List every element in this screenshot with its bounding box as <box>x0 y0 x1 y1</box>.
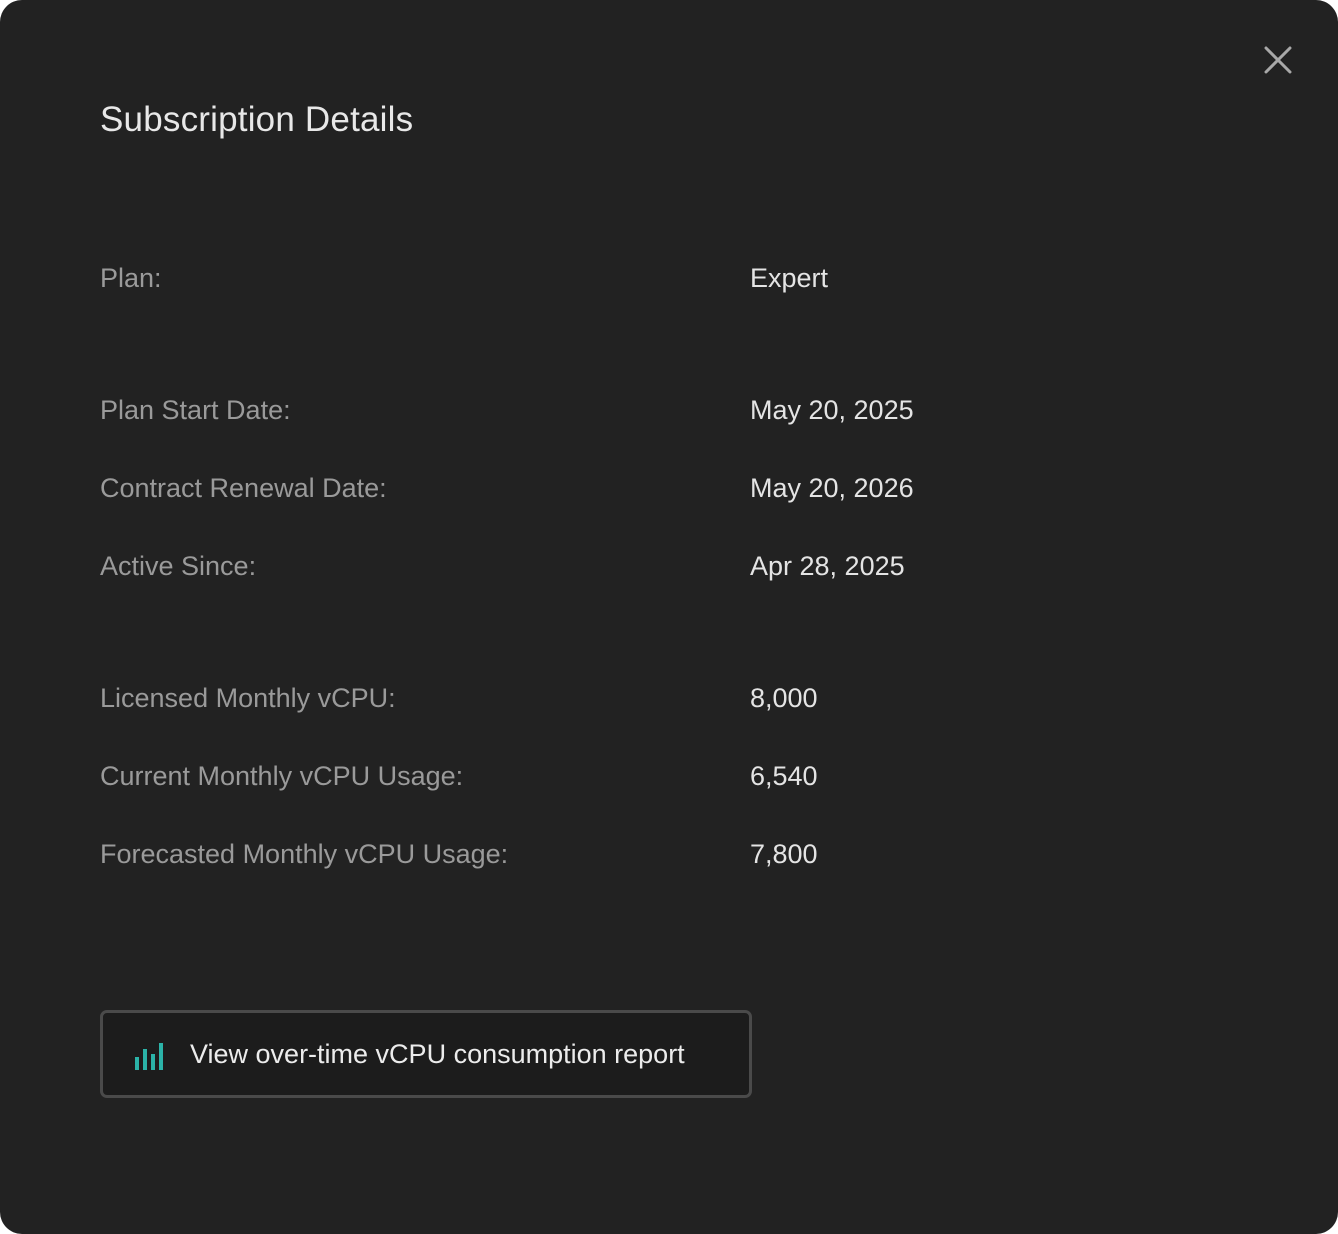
detail-row-contract-renewal-date: Contract Renewal Date: May 20, 2026 <box>100 468 1100 508</box>
bar-chart-icon <box>135 1043 163 1070</box>
plan-value: Expert <box>750 263 829 293</box>
dialog-title: Subscription Details <box>100 100 414 139</box>
detail-row-plan: Plan: Expert <box>100 258 1100 298</box>
active-since-value: Apr 28, 2025 <box>750 551 905 581</box>
contract-renewal-date-value: May 20, 2026 <box>750 473 914 503</box>
contract-renewal-date-label: Contract Renewal Date: <box>100 473 387 503</box>
report-button-label: View over-time vCPU consumption report <box>190 1039 685 1069</box>
detail-row-current-monthly-vcpu-usage: Current Monthly vCPU Usage: 6,540 <box>100 756 1100 796</box>
plan-start-date-value: May 20, 2025 <box>750 395 914 425</box>
detail-row-forecasted-monthly-vcpu-usage: Forecasted Monthly vCPU Usage: 7,800 <box>100 834 1100 874</box>
detail-row-plan-start-date: Plan Start Date: May 20, 2025 <box>100 390 1100 430</box>
current-monthly-vcpu-usage-label: Current Monthly vCPU Usage: <box>100 761 464 791</box>
detail-row-active-since: Active Since: Apr 28, 2025 <box>100 546 1100 586</box>
close-icon <box>1264 46 1292 74</box>
view-consumption-report-button[interactable]: View over-time vCPU consumption report <box>100 1010 752 1098</box>
subscription-details-dialog: Subscription Details Plan: Expert Plan S… <box>0 0 1338 1234</box>
plan-label: Plan: <box>100 263 162 293</box>
current-monthly-vcpu-usage-value: 6,540 <box>750 761 818 791</box>
active-since-label: Active Since: <box>100 551 257 581</box>
detail-row-licensed-monthly-vcpu: Licensed Monthly vCPU: 8,000 <box>100 678 1100 718</box>
forecasted-monthly-vcpu-usage-label: Forecasted Monthly vCPU Usage: <box>100 839 509 869</box>
close-button[interactable] <box>1256 38 1300 82</box>
plan-start-date-label: Plan Start Date: <box>100 395 291 425</box>
licensed-monthly-vcpu-label: Licensed Monthly vCPU: <box>100 683 396 713</box>
forecasted-monthly-vcpu-usage-value: 7,800 <box>750 839 818 869</box>
licensed-monthly-vcpu-value: 8,000 <box>750 683 818 713</box>
